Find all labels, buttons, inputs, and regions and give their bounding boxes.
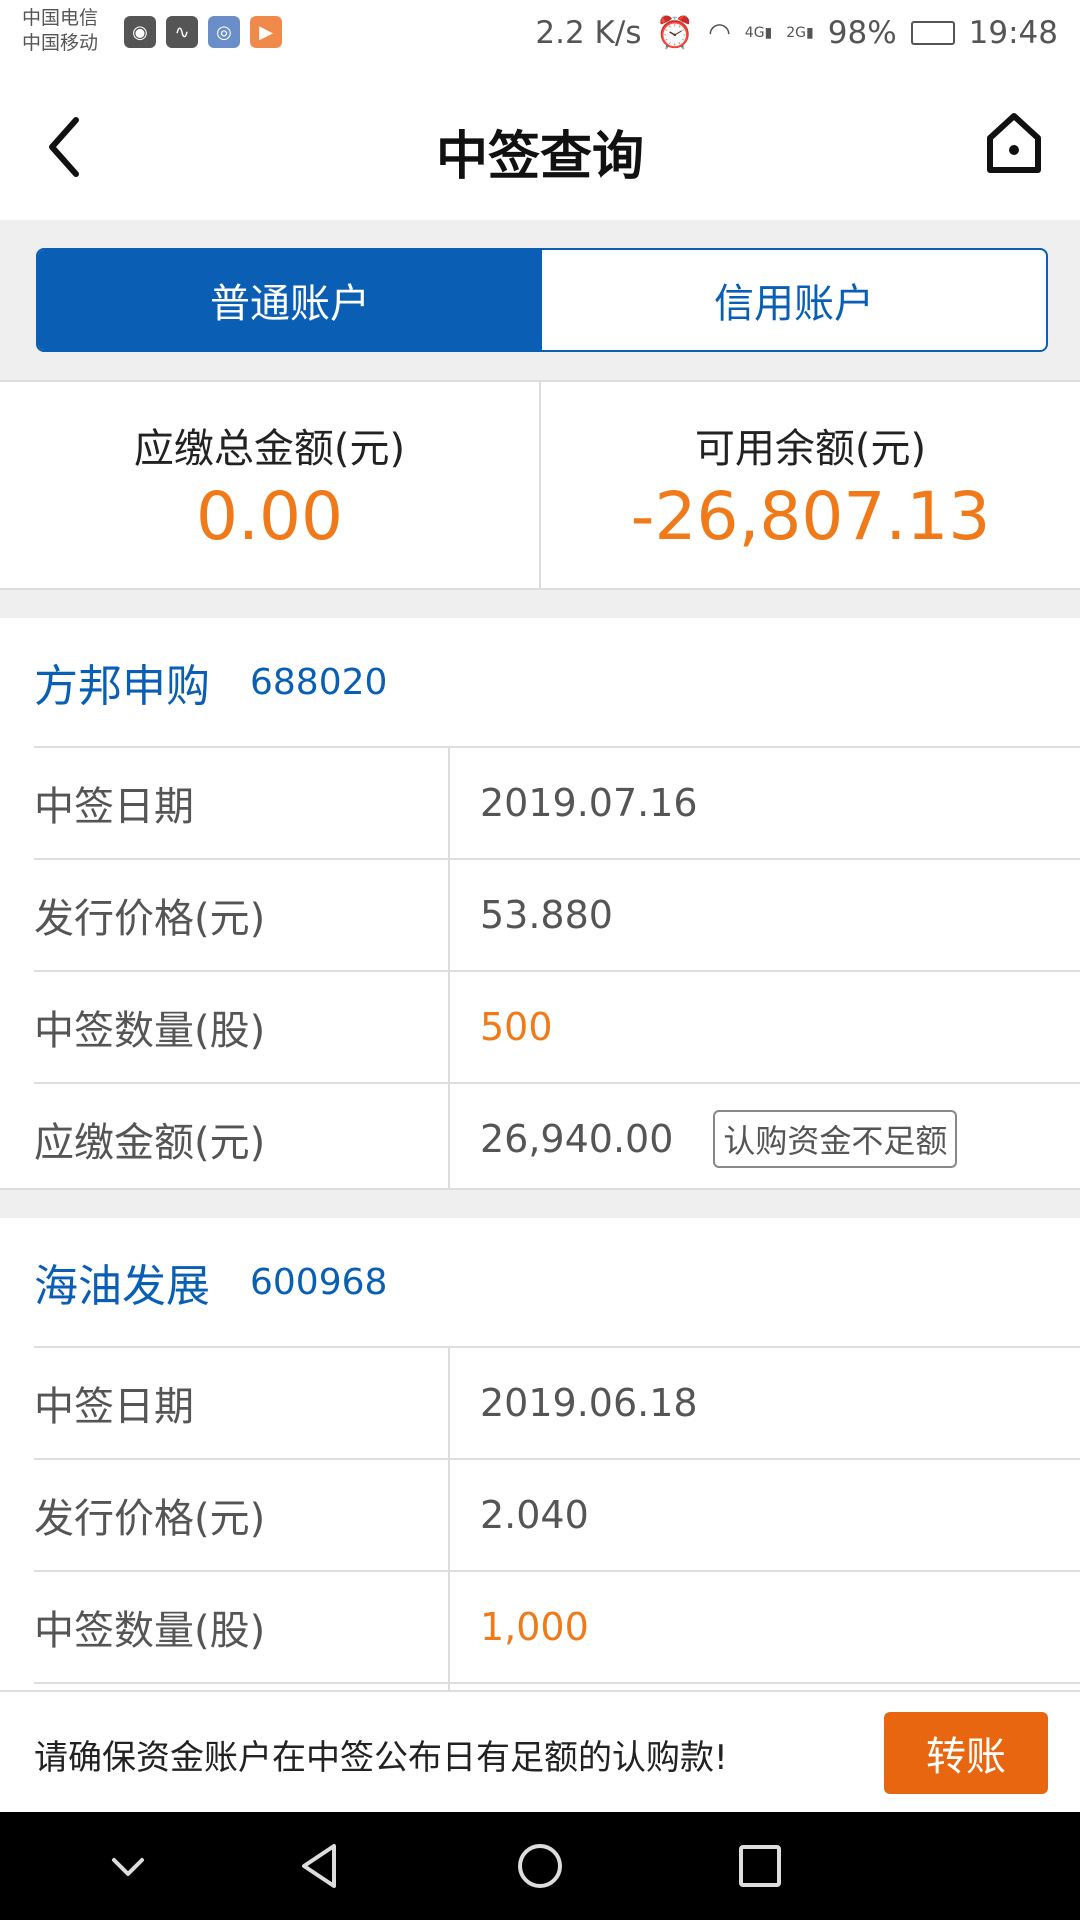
row-value: 500 [480, 1005, 553, 1049]
row-value: 1,000 [480, 1605, 589, 1649]
table-row: 中签数量(股) 1,000 [34, 1570, 1080, 1682]
insufficient-funds-badge: 认购资金不足额 [713, 1110, 958, 1168]
tab-credit-account[interactable]: 信用账户 [542, 250, 1046, 350]
wifi-icon: ◠ [708, 17, 731, 48]
available-balance-value: -26,807.13 [630, 477, 991, 555]
carrier-1: 中国电信 [22, 7, 99, 29]
row-value: 2019.07.16 [480, 781, 698, 825]
stock-header: 方邦申购 688020 [0, 618, 1080, 746]
stock-code: 600968 [250, 1261, 388, 1303]
row-label: 发行价格(元) [34, 860, 450, 970]
section-divider [0, 588, 1080, 620]
table-row: 发行价格(元) 53.880 [34, 858, 1080, 970]
row-label: 发行价格(元) [34, 1460, 450, 1570]
row-value: 26,940.00 认购资金不足额 [450, 1084, 1080, 1194]
alarm-icon: ⏰ [655, 15, 695, 51]
table-row: 中签日期 2019.06.18 [34, 1346, 1080, 1458]
clock: 19:48 [968, 14, 1058, 51]
table-row: 中签日期 2019.07.16 [34, 746, 1080, 858]
stock-card: 方邦申购 688020 中签日期 2019.07.16 发行价格(元) 53.8… [0, 618, 1080, 1194]
account-tabs-area: 普通账户 信用账户 [0, 220, 1080, 382]
total-due-label: 应缴总金额(元) [133, 425, 406, 472]
transfer-button[interactable]: 转账 [884, 1712, 1048, 1794]
video-icon: ▶ [250, 16, 282, 48]
due-amount: 26,940.00 [480, 1117, 674, 1161]
back-triangle-icon[interactable] [290, 1834, 354, 1898]
table-row: 发行价格(元) 2.040 [34, 1458, 1080, 1570]
row-value: 2.040 [480, 1493, 589, 1537]
footer-notice: 请确保资金账户在中签公布日有足额的认购款! [34, 1738, 728, 1778]
status-right: 2.2 K/s ⏰ ◠ 4G▮ 2G▮ 98% 19:48 [535, 14, 1058, 52]
stock-header: 海油发展 600968 [0, 1218, 1080, 1346]
stock-name: 海油发展 [34, 1261, 210, 1312]
globe-icon: ◉ [124, 16, 156, 48]
row-label: 应缴金额(元) [34, 1084, 450, 1194]
available-balance-label: 可用余额(元) [694, 425, 927, 472]
table-row: 中签数量(股) 500 [34, 970, 1080, 1082]
table-row: 应缴金额(元) 26,940.00 认购资金不足额 [34, 1082, 1080, 1194]
app-header: 中签查询 [0, 72, 1080, 220]
row-value: 2019.06.18 [480, 1381, 698, 1425]
carrier-info: 中国电信 中国移动 [22, 6, 98, 56]
system-nav-bar [0, 1812, 1080, 1920]
stock-name: 方邦申购 [34, 661, 210, 712]
app-icon: ◎ [208, 16, 240, 48]
status-bar: 中国电信 中国移动 ◉ ∿ ◎ ▶ 2.2 K/s ⏰ ◠ 4G▮ 2G▮ 98… [0, 0, 1080, 72]
row-label: 中签数量(股) [34, 1572, 450, 1682]
row-label: 中签日期 [34, 748, 450, 858]
section-divider [0, 1188, 1080, 1220]
row-label: 中签日期 [34, 1348, 450, 1458]
carrier-2: 中国移动 [22, 32, 99, 54]
available-balance-cell: 可用余额(元) -26,807.13 [539, 382, 1080, 588]
tab-normal-account[interactable]: 普通账户 [38, 250, 542, 350]
page-title: 中签查询 [435, 127, 644, 187]
total-due-value: 0.00 [196, 477, 343, 555]
chevron-down-icon[interactable] [96, 1834, 160, 1898]
battery-percent: 98% [827, 14, 897, 51]
signal-2g-icon: 2G▮ [786, 24, 814, 41]
row-value: 53.880 [480, 893, 613, 937]
recents-square-icon[interactable] [728, 1834, 792, 1898]
notification-icons: ◉ ∿ ◎ ▶ [124, 16, 282, 48]
row-label: 中签数量(股) [34, 972, 450, 1082]
stock-card: 海油发展 600968 中签日期 2019.06.18 发行价格(元) 2.04… [0, 1218, 1080, 1690]
net-speed: 2.2 K/s [535, 14, 642, 51]
table-row [34, 1682, 1080, 1690]
summary-panel: 应缴总金额(元) 0.00 可用余额(元) -26,807.13 [0, 382, 1080, 588]
footer-bar: 请确保资金账户在中签公布日有足额的认购款! 转账 [0, 1690, 1080, 1814]
home-button[interactable] [984, 110, 1044, 176]
activity-icon: ∿ [166, 16, 198, 48]
stock-code: 688020 [250, 661, 388, 703]
signal-4g-icon: 4G▮ [744, 24, 773, 41]
battery-icon [910, 20, 955, 45]
home-circle-icon[interactable] [508, 1834, 572, 1898]
home-icon [987, 113, 1041, 173]
total-due-cell: 应缴总金额(元) 0.00 [0, 382, 539, 588]
account-tabs: 普通账户 信用账户 [36, 248, 1048, 352]
